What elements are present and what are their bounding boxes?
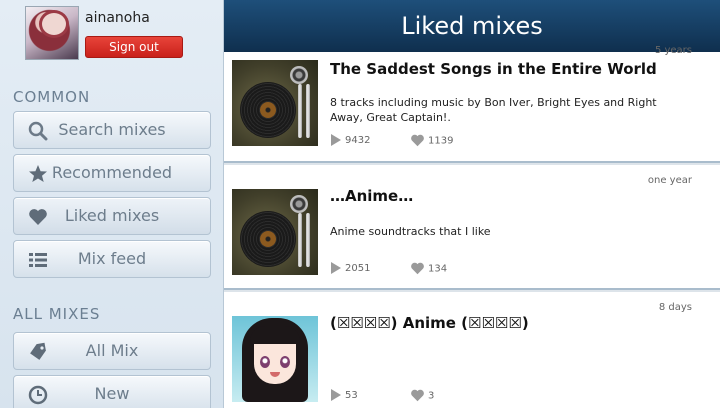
mix-title[interactable]: (☒☒☒☒) Anime (☒☒☒☒): [330, 314, 529, 332]
play-count: 53: [330, 389, 358, 401]
nav-liked-mixes[interactable]: Liked mixes: [13, 197, 211, 235]
nav-mix-feed[interactable]: Mix feed: [13, 240, 211, 278]
mix-cover: [232, 316, 318, 402]
avatar: [25, 6, 79, 60]
play-icon: [331, 134, 341, 146]
mix-item[interactable]: 5 years The Saddest Songs in the Entire …: [224, 45, 720, 163]
play-icon: [331, 262, 341, 274]
mix-description: 8 tracks including music by Bon Iver, Br…: [330, 96, 657, 124]
heart-icon: [411, 134, 424, 147]
mix-item[interactable]: one year …Anime… Anime soundtracks that …: [224, 165, 720, 290]
mix-item[interactable]: 8 days (☒☒☒☒) Anime (☒☒☒☒) 53 3: [224, 292, 720, 408]
mix-time: one year: [647, 175, 692, 186]
mix-time: 8 days: [658, 302, 692, 313]
nav-recommended[interactable]: Recommended: [13, 154, 211, 192]
mix-cover: [232, 189, 318, 275]
nav-label: Search mixes: [58, 120, 166, 139]
nav-label: Liked mixes: [64, 206, 160, 225]
section-label-all-mixes: ALL MIXES: [13, 305, 101, 323]
nav-new[interactable]: New: [13, 375, 211, 408]
like-count: 134: [410, 262, 447, 275]
nav-label: All Mix: [85, 341, 139, 360]
heart-icon: [411, 389, 424, 402]
play-count: 9432: [330, 134, 370, 146]
mix-title[interactable]: …Anime…: [330, 187, 413, 205]
username: ainanoha: [85, 10, 150, 26]
mix-title[interactable]: The Saddest Songs in the Entire World: [330, 60, 657, 78]
like-count: 1139: [410, 134, 453, 147]
sidebar: ainanoha Sign out COMMON Search mixes Re…: [0, 0, 224, 408]
heart-icon: [411, 262, 424, 275]
like-count: 3: [410, 389, 434, 402]
user-panel: ainanoha Sign out: [25, 6, 215, 62]
nav-search-mixes[interactable]: Search mixes: [13, 111, 211, 149]
mix-description: Anime soundtracks that I like: [330, 225, 491, 238]
mix-cover: [232, 60, 318, 146]
play-count: 2051: [330, 262, 370, 274]
nav-label: Mix feed: [77, 249, 147, 268]
page-title: Liked mixes: [224, 0, 720, 52]
sign-out-button[interactable]: Sign out: [85, 36, 183, 58]
play-icon: [331, 389, 341, 401]
nav-label: Recommended: [51, 163, 173, 182]
mix-time: 5 years: [654, 45, 692, 56]
nav-label: New: [94, 384, 130, 403]
section-label-common: COMMON: [13, 88, 91, 106]
nav-all-mix[interactable]: All Mix: [13, 332, 211, 370]
main-content: Liked mixes 5 years The Saddest Songs in…: [224, 0, 720, 408]
